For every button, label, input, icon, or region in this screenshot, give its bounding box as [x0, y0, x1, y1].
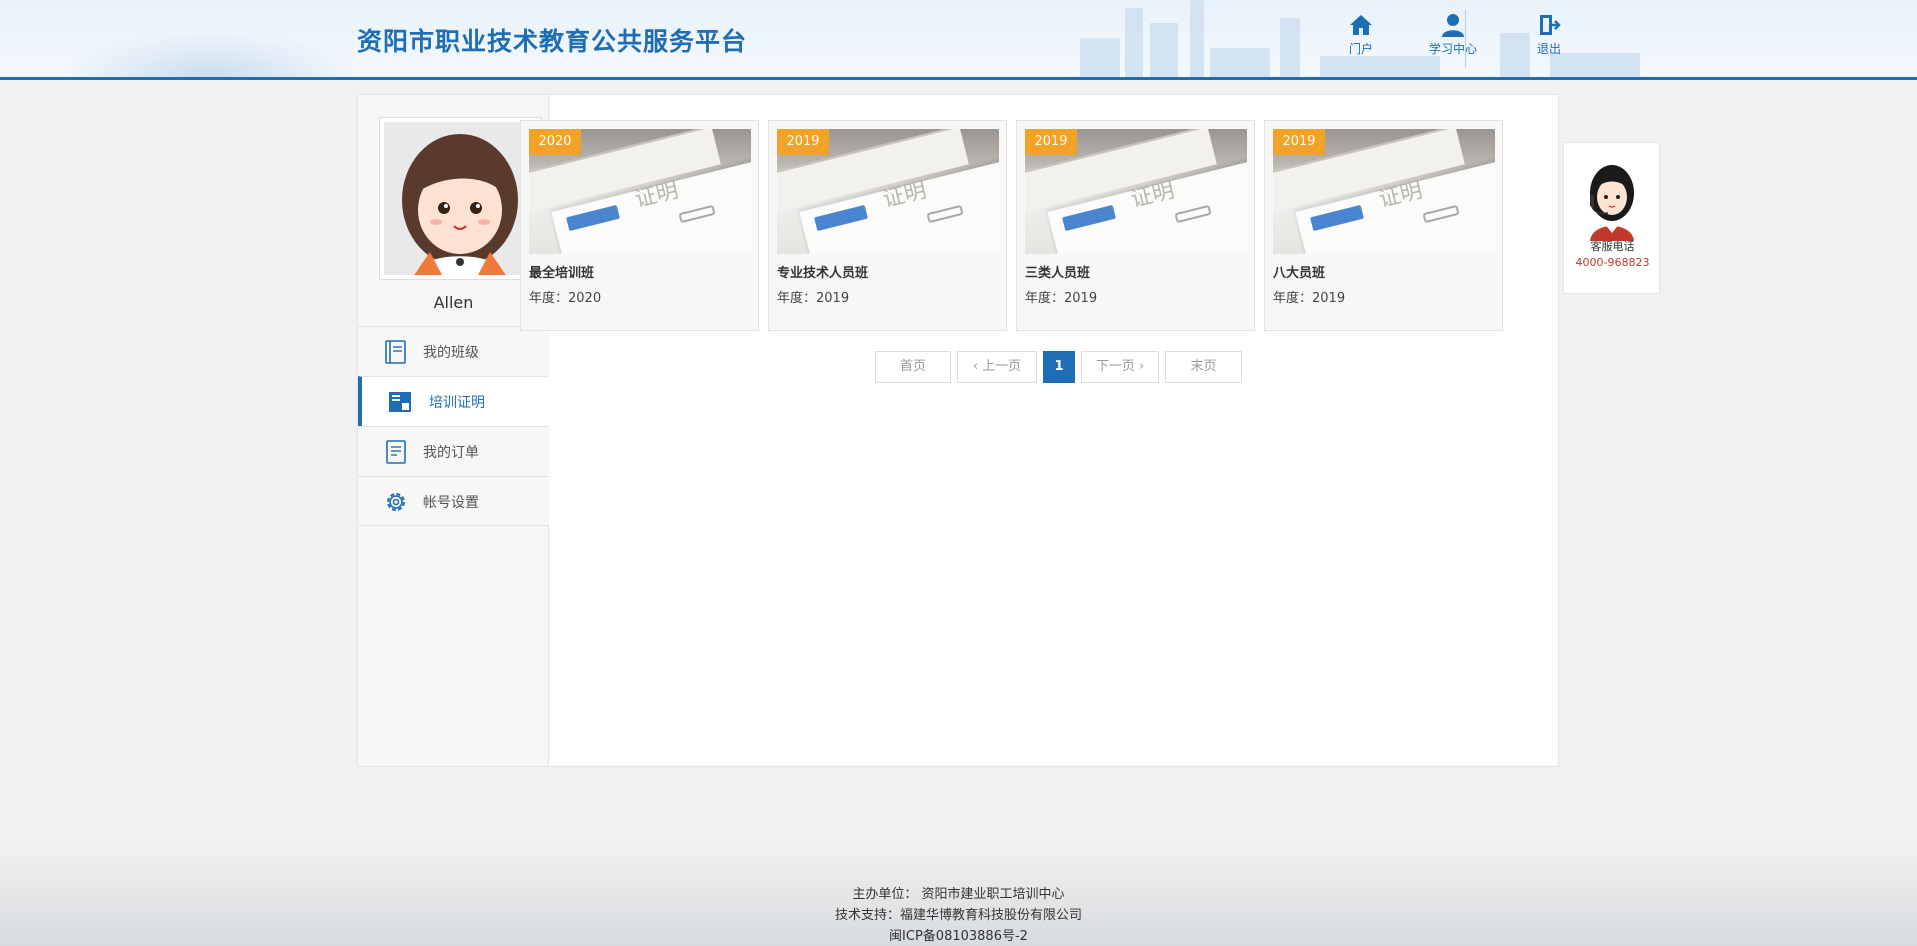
card-year: 年度：2019	[777, 291, 850, 306]
sidebar-menu: 我的班级 培训证明 我的订单 帐号设置	[358, 326, 549, 526]
sidebar-item-account-settings[interactable]: 帐号设置	[358, 476, 549, 526]
card-title[interactable]: 专业技术人员班	[777, 262, 868, 281]
card-title[interactable]: 最全培训班	[529, 262, 594, 281]
prev-page-button[interactable]: ‹ 上一页	[957, 351, 1037, 383]
card-title[interactable]: 八大员班	[1273, 262, 1325, 281]
chevron-left-icon: ‹	[972, 359, 983, 374]
book-icon	[385, 340, 406, 364]
site-title: 资阳市职业技术教育公共服务平台	[357, 27, 748, 56]
next-page-label: 下一页	[1095, 359, 1135, 374]
last-page-button[interactable]: 末页	[1165, 351, 1242, 383]
page-number-current[interactable]: 1	[1043, 351, 1075, 383]
next-page-button[interactable]: 下一页 ›	[1081, 351, 1159, 383]
sidebar-item-label: 我的订单	[423, 445, 479, 461]
avatar-image	[384, 122, 537, 275]
footer-icp[interactable]: 闽ICP备08103886号-2	[0, 926, 1917, 946]
customer-service-widget[interactable]: 客服电话 4000-968823	[1563, 142, 1660, 294]
year-badge: 2019	[1273, 129, 1325, 155]
nav-divider	[1465, 10, 1466, 68]
year-badge: 2020	[529, 129, 581, 155]
logout-icon	[1540, 15, 1561, 35]
year-badge: 2019	[777, 129, 829, 155]
girl-avatar-illustration	[384, 122, 537, 275]
nav-learning-center-button[interactable]: 学习中心	[1417, 10, 1489, 68]
main-panel: Allen 我的班级 培训证明 我的订单 帐号设置 证明 2020 最全培训班 …	[357, 94, 1559, 767]
sidebar-item-label: 帐号设置	[423, 495, 479, 511]
card-year: 年度：2019	[1025, 291, 1098, 306]
certificate-card[interactable]: 证明 2019 专业技术人员班 年度：2019	[768, 120, 1007, 331]
avatar	[379, 117, 542, 280]
certificate-icon	[389, 392, 411, 412]
service-phone: 4000-968823	[1575, 256, 1650, 269]
prev-page-label: 上一页	[982, 359, 1022, 374]
order-icon	[386, 440, 406, 464]
footer-tech-support: 技术支持：福建华博教育科技股份有限公司	[834, 908, 1082, 923]
footer-organizer: 主办单位： 资阳市建业职工培训中心	[852, 887, 1065, 902]
site-footer: 主办单位： 资阳市建业职工培训中心 技术支持：福建华博教育科技股份有限公司 闽I…	[0, 884, 1917, 946]
sidebar-item-my-classes[interactable]: 我的班级	[358, 326, 549, 376]
header-decoration	[60, 30, 360, 77]
nav-logout-label: 退出	[1536, 42, 1561, 56]
nav-logout-button[interactable]: 退出	[1513, 10, 1585, 68]
certificate-card[interactable]: 证明 2019 三类人员班 年度：2019	[1016, 120, 1255, 331]
user-icon	[1442, 14, 1464, 37]
nav-portal-label: 门户	[1348, 42, 1373, 56]
sidebar-item-label: 培训证明	[429, 395, 485, 411]
sidebar-item-label: 我的班级	[423, 345, 479, 361]
nav-portal-button[interactable]: 门户	[1325, 10, 1397, 68]
service-label: 客服电话	[1590, 240, 1635, 253]
card-title[interactable]: 三类人员班	[1025, 262, 1090, 281]
first-page-button[interactable]: 首页	[875, 351, 951, 383]
sidebar-item-training-certificate[interactable]: 培训证明	[358, 376, 549, 426]
chevron-right-icon: ›	[1134, 359, 1145, 374]
sidebar-item-my-orders[interactable]: 我的订单	[358, 426, 549, 476]
gear-icon	[387, 493, 405, 511]
card-year: 年度：2020	[529, 291, 602, 306]
home-icon	[1350, 15, 1372, 35]
certificate-card[interactable]: 证明 2020 最全培训班 年度：2020	[520, 120, 759, 331]
site-header: 资阳市职业技术教育公共服务平台 门户 学习中心 退出	[0, 0, 1917, 80]
nav-learning-center-label: 学习中心	[1428, 42, 1477, 56]
year-badge: 2019	[1025, 129, 1077, 155]
certificate-card[interactable]: 证明 2019 八大员班 年度：2019	[1264, 120, 1503, 331]
card-year: 年度：2019	[1273, 291, 1346, 306]
